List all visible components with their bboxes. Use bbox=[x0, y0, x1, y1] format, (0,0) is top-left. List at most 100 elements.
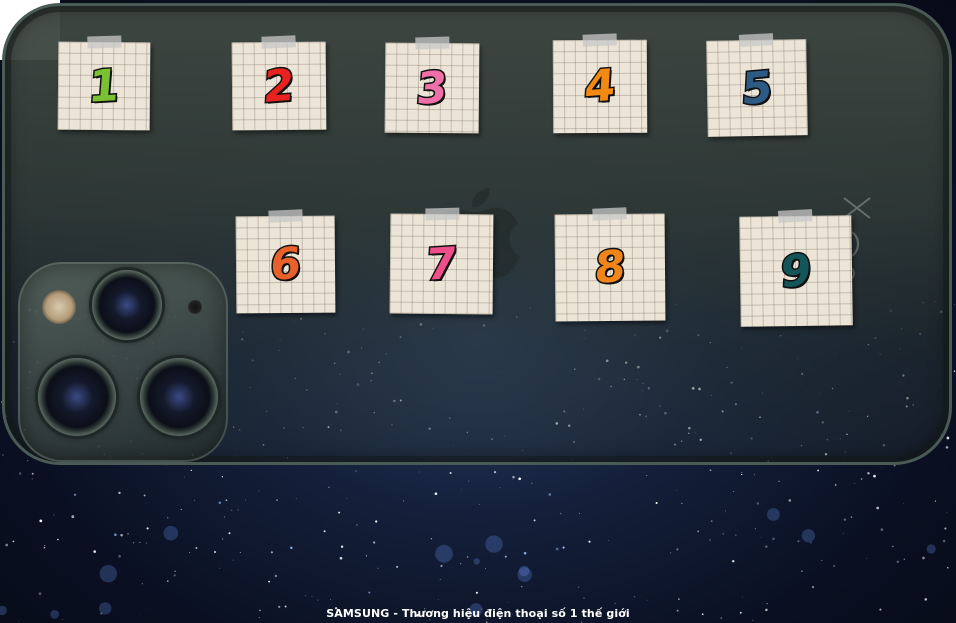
star bbox=[12, 540, 15, 543]
star bbox=[237, 509, 239, 511]
star bbox=[676, 548, 679, 551]
star bbox=[290, 546, 293, 550]
star bbox=[722, 533, 724, 535]
note-card-6[interactable]: 6 bbox=[235, 209, 336, 314]
star bbox=[903, 502, 904, 504]
star bbox=[232, 559, 234, 561]
star bbox=[881, 466, 883, 468]
note-card-5[interactable]: 5 bbox=[706, 33, 808, 137]
star-glow bbox=[485, 535, 503, 553]
star bbox=[934, 500, 936, 502]
star bbox=[711, 520, 713, 522]
note-card-7[interactable]: 7 bbox=[389, 207, 494, 315]
star bbox=[942, 539, 946, 543]
star bbox=[478, 503, 480, 505]
star bbox=[195, 546, 198, 550]
star bbox=[860, 478, 863, 480]
star bbox=[38, 592, 42, 596]
star bbox=[180, 508, 182, 511]
star bbox=[239, 551, 241, 553]
star bbox=[608, 539, 610, 541]
star bbox=[778, 480, 780, 482]
star bbox=[733, 491, 735, 493]
star bbox=[375, 520, 378, 523]
note-card-1[interactable]: 1 bbox=[57, 35, 151, 131]
star bbox=[548, 493, 552, 496]
note-card-4[interactable]: 4 bbox=[552, 33, 648, 134]
note-card-9[interactable]: 9 bbox=[739, 209, 853, 327]
star bbox=[772, 537, 775, 541]
star bbox=[173, 574, 176, 577]
star bbox=[340, 545, 344, 548]
star bbox=[53, 514, 55, 516]
star bbox=[731, 559, 735, 563]
star bbox=[366, 554, 368, 556]
star bbox=[741, 473, 743, 476]
star bbox=[468, 480, 470, 482]
star bbox=[765, 545, 768, 548]
star bbox=[924, 598, 928, 601]
star bbox=[93, 550, 97, 553]
star bbox=[634, 596, 636, 598]
star bbox=[588, 540, 591, 543]
star bbox=[578, 586, 580, 588]
star bbox=[328, 486, 330, 488]
star bbox=[954, 304, 955, 305]
star bbox=[213, 550, 217, 554]
star bbox=[834, 483, 837, 486]
star bbox=[189, 552, 191, 554]
star bbox=[946, 512, 948, 514]
star-glow bbox=[801, 529, 816, 543]
star bbox=[614, 602, 616, 604]
star bbox=[430, 538, 433, 540]
star bbox=[44, 544, 46, 547]
star bbox=[270, 551, 273, 554]
star-glow bbox=[163, 525, 179, 541]
star bbox=[440, 564, 443, 568]
star bbox=[760, 537, 762, 538]
star bbox=[892, 545, 894, 548]
star bbox=[867, 472, 870, 475]
note-number-8: 8 bbox=[592, 239, 629, 295]
star bbox=[355, 470, 357, 472]
camera-microphone bbox=[188, 300, 202, 314]
star bbox=[507, 601, 508, 603]
star bbox=[146, 527, 149, 530]
star bbox=[697, 530, 700, 533]
star bbox=[646, 475, 648, 477]
star bbox=[330, 598, 331, 600]
star bbox=[43, 546, 46, 549]
star bbox=[555, 547, 559, 551]
note-card-2[interactable]: 2 bbox=[231, 35, 327, 131]
star bbox=[317, 599, 319, 601]
star bbox=[377, 567, 379, 569]
star bbox=[31, 478, 33, 480]
note-card-3[interactable]: 3 bbox=[384, 36, 480, 134]
note-card-8[interactable]: 8 bbox=[554, 207, 666, 322]
star bbox=[39, 519, 43, 523]
star bbox=[518, 477, 522, 481]
star bbox=[225, 499, 228, 502]
star bbox=[753, 474, 755, 476]
star bbox=[190, 469, 192, 472]
star bbox=[167, 517, 169, 519]
star bbox=[811, 585, 815, 589]
star bbox=[2, 454, 4, 456]
star bbox=[17, 620, 19, 622]
star bbox=[183, 476, 185, 478]
camera-lens-left bbox=[38, 358, 116, 436]
note-number-5: 5 bbox=[739, 60, 776, 117]
star bbox=[676, 489, 678, 491]
star bbox=[562, 546, 565, 549]
note-number-9: 9 bbox=[778, 243, 815, 299]
star bbox=[219, 567, 221, 569]
star bbox=[346, 498, 348, 499]
star-glow bbox=[473, 558, 480, 565]
star bbox=[583, 597, 585, 599]
star bbox=[945, 446, 949, 449]
star bbox=[485, 567, 487, 569]
star bbox=[258, 490, 260, 492]
star bbox=[73, 493, 77, 497]
star bbox=[670, 552, 672, 554]
star bbox=[338, 511, 341, 514]
